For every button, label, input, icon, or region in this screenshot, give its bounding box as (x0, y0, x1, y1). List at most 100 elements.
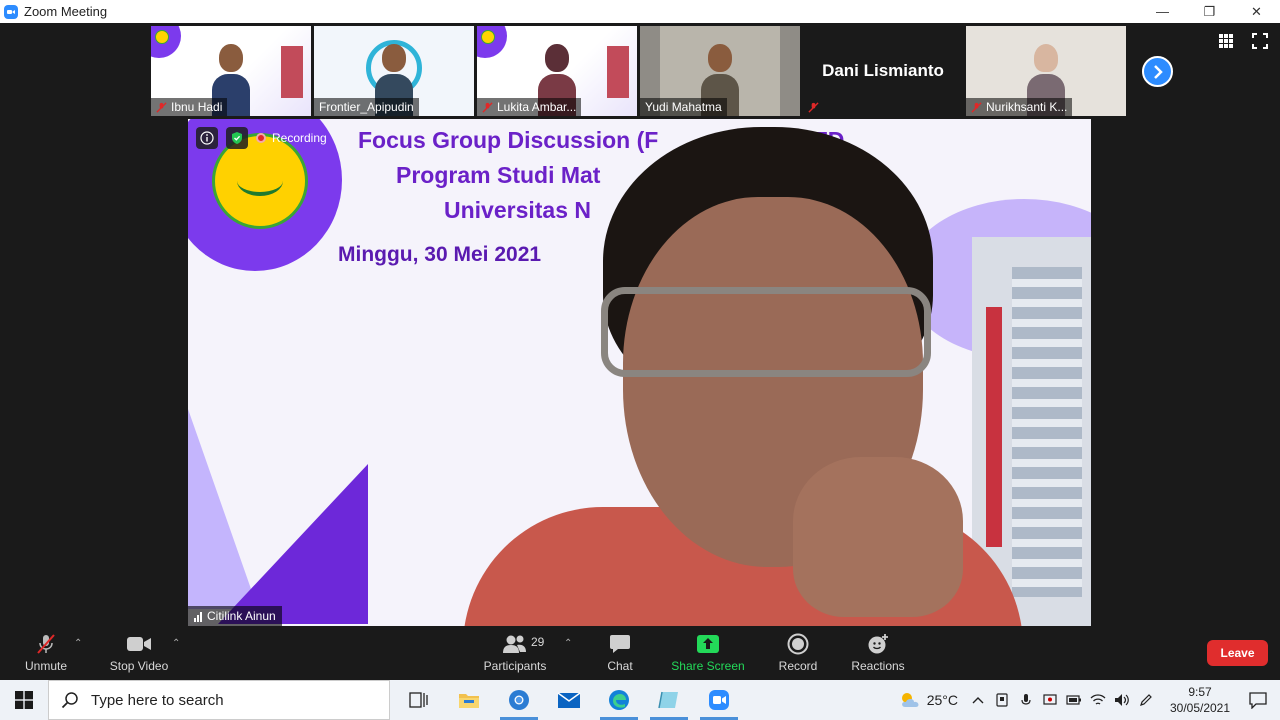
participants-label: Participants (483, 659, 547, 673)
participant-name-label: Yudi Mahatma (640, 98, 727, 116)
recording-indicator[interactable]: Recording (256, 131, 327, 145)
speaker-video-feed (463, 127, 1063, 626)
share-screen-icon (697, 635, 719, 653)
mail-button[interactable] (544, 680, 594, 720)
video-options-chevron-icon[interactable]: ⌃ (172, 638, 180, 649)
unmute-button[interactable]: Unmute (22, 633, 70, 677)
device-icon[interactable] (994, 692, 1010, 708)
minimize-button[interactable]: — (1139, 0, 1186, 23)
participant-name: Ibnu Hadi (171, 100, 223, 114)
search-placeholder: Type here to search (91, 691, 224, 709)
muted-mic-icon (808, 101, 819, 113)
chrome-icon (509, 690, 529, 710)
building-image (281, 46, 303, 98)
leave-button[interactable]: Leave (1207, 640, 1268, 666)
muted-mic-icon (971, 101, 982, 113)
windows-logo-icon (15, 691, 33, 709)
participant-tile[interactable]: Dani Lismianto (803, 26, 963, 116)
microphone-tray-icon[interactable] (1018, 692, 1034, 708)
search-icon (61, 692, 78, 709)
participant-name: Nurikhsanti K... (986, 100, 1068, 114)
participant-name-label: Frontier_Apipudin (314, 98, 419, 116)
fullscreen-icon[interactable] (1252, 33, 1268, 49)
record-label: Record (778, 659, 818, 673)
notification-icon (1249, 692, 1267, 709)
unmute-label: Unmute (24, 659, 68, 673)
participant-tile[interactable]: Ibnu Hadi (151, 26, 311, 116)
chevron-right-icon (1153, 64, 1163, 79)
display-settings-icon[interactable] (1042, 692, 1058, 708)
battery-icon[interactable] (1066, 692, 1082, 708)
recording-label: Recording (272, 131, 327, 145)
task-view-button[interactable] (394, 680, 444, 720)
info-icon[interactable] (196, 127, 218, 149)
restore-button[interactable]: ❐ (1186, 0, 1233, 23)
folder-icon (459, 694, 479, 708)
participant-tile[interactable]: Yudi Mahatma (640, 26, 800, 116)
participant-tile[interactable]: Nurikhsanti K... (966, 26, 1126, 116)
windows-taskbar: Type here to search 25°C 9:57 30/05/2021 (0, 680, 1280, 720)
edge-icon (609, 690, 629, 710)
weather-widget[interactable]: 25°C (899, 691, 958, 709)
close-button[interactable]: ✕ (1233, 0, 1280, 23)
participant-tile[interactable]: Lukita Ambar... (477, 26, 637, 116)
encryption-shield-icon[interactable] (226, 127, 248, 149)
mail-icon (557, 692, 581, 708)
taskbar-search-box[interactable]: Type here to search (48, 680, 390, 720)
show-hidden-icons-chevron-icon[interactable] (970, 692, 986, 708)
volume-icon[interactable] (1114, 692, 1130, 708)
reactions-label: Reactions (851, 659, 905, 673)
muted-mic-icon (37, 634, 55, 654)
share-screen-label: Share Screen (671, 659, 745, 673)
participant-tile[interactable]: Frontier_Apipudin (314, 26, 474, 116)
chrome-button[interactable] (494, 680, 544, 720)
slide-date: Minggu, 30 Mei 2021 (338, 243, 542, 266)
participants-icon (503, 635, 526, 653)
reactions-button[interactable]: Reactions (849, 633, 907, 677)
participant-name: Yudi Mahatma (645, 100, 722, 114)
participant-name-label: Ibnu Hadi (151, 98, 228, 116)
file-explorer-button[interactable] (444, 680, 494, 720)
smiley-plus-icon (868, 634, 888, 654)
share-screen-button[interactable]: Share Screen (671, 633, 745, 677)
participant-name-label: Lukita Ambar... (477, 98, 582, 116)
gallery-strip: Ibnu Hadi Frontier_Apipudin Lukita Ambar… (151, 26, 1126, 116)
gallery-view-icon[interactable] (1218, 33, 1234, 49)
zoom-app-icon (4, 4, 18, 19)
record-dot-icon (256, 133, 266, 143)
speaker-name-label: Citilink Ainun (188, 606, 282, 626)
video-camera-icon (127, 637, 151, 651)
edge-button[interactable] (594, 680, 644, 720)
university-logo-icon (155, 30, 169, 44)
window-title: Zoom Meeting (24, 4, 108, 19)
notification-center-button[interactable] (1236, 680, 1280, 720)
next-page-button[interactable] (1142, 56, 1173, 87)
taskbar-clock[interactable]: 9:57 30/05/2021 (1164, 684, 1236, 716)
participants-options-chevron-icon[interactable]: ⌃ (564, 638, 572, 649)
zoom-icon (709, 690, 729, 710)
zoom-taskbar-button[interactable] (694, 680, 744, 720)
wifi-icon[interactable] (1090, 692, 1106, 708)
record-button[interactable]: Record (776, 633, 820, 677)
meeting-toolbar: Unmute ⌃ Stop Video ⌃ Participants 29 ⌃ … (0, 629, 1280, 680)
university-logo-icon (481, 30, 495, 44)
record-icon (787, 633, 809, 655)
slide-decoration (218, 464, 368, 624)
notes-app-button[interactable] (644, 680, 694, 720)
chat-bubble-icon (610, 635, 630, 653)
start-button[interactable] (0, 680, 48, 720)
muted-mic-icon (156, 101, 167, 113)
slide-title-line-3: Universitas N (444, 197, 592, 223)
participant-name-label: Nurikhsanti K... (966, 98, 1073, 116)
stop-video-button[interactable]: Stop Video (106, 633, 172, 677)
audio-options-chevron-icon[interactable]: ⌃ (74, 638, 82, 649)
meeting-area: Ibnu Hadi Frontier_Apipudin Lukita Ambar… (0, 23, 1280, 629)
chat-button[interactable]: Chat (602, 633, 638, 677)
participants-count: 29 (531, 635, 545, 649)
system-tray: 25°C 9:57 30/05/2021 (899, 680, 1280, 720)
pen-icon[interactable] (1138, 692, 1154, 708)
title-bar: Zoom Meeting — ❐ ✕ (0, 0, 1280, 23)
participant-name-label (803, 98, 824, 116)
chat-label: Chat (607, 659, 633, 673)
signal-strength-icon (194, 611, 202, 622)
